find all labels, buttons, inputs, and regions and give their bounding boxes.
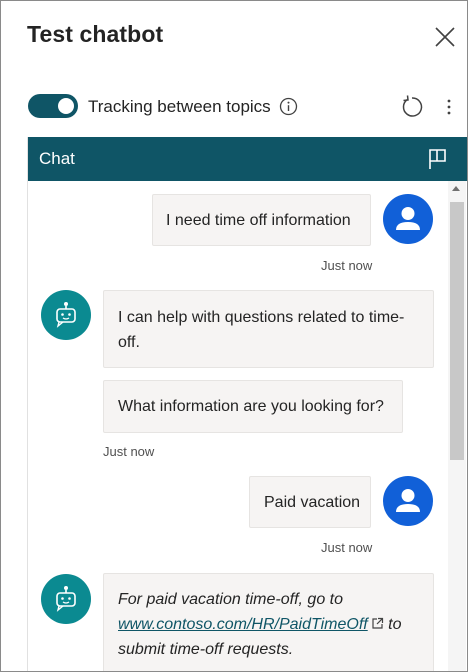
chat-header: Chat (28, 137, 467, 181)
page-title: Test chatbot (27, 21, 164, 47)
more-options-button[interactable] (442, 96, 456, 118)
timestamp: Just now (103, 444, 155, 459)
message-text-line: submit time-off requests. (118, 641, 294, 658)
bot-icon (56, 302, 76, 328)
bot-message: I can help with questions related to tim… (103, 290, 434, 368)
bot-icon (56, 586, 76, 612)
timestamp: Just now (321, 258, 373, 273)
test-chatbot-panel: Test chatbot Tracking between topics Cha… (0, 0, 468, 672)
message-text-line: www.contoso.com/HR/PaidTimeOff to (118, 612, 433, 637)
timestamp: Just now (321, 540, 373, 555)
refresh-icon (402, 95, 423, 117)
avatar (383, 194, 433, 244)
user-message: Paid vacation (249, 476, 371, 528)
paid-time-off-link[interactable]: www.contoso.com/HR/PaidTimeOff (118, 616, 368, 633)
scroll-up-arrow[interactable] (452, 186, 460, 191)
bot-message: For paid vacation time-off, go to www.co… (103, 573, 434, 671)
toggle-knob (58, 98, 74, 114)
tracking-label: Tracking between topics (88, 97, 271, 116)
avatar (41, 290, 91, 340)
user-icon (396, 207, 420, 230)
scroll-thumb[interactable] (450, 202, 464, 460)
avatar (383, 476, 433, 526)
message-text: What information are you looking for? (118, 398, 384, 415)
flag-button[interactable] (426, 147, 450, 171)
external-link-icon (372, 617, 383, 629)
message-text: Paid vacation (264, 494, 361, 511)
close-icon (435, 27, 455, 47)
more-icon (447, 99, 451, 115)
flag-icon (429, 149, 446, 169)
message-text-line: off. (118, 334, 140, 351)
tracking-toggle[interactable] (28, 94, 78, 118)
chat-scrollbar[interactable] (448, 181, 466, 671)
chat-title: Chat (39, 149, 75, 168)
message-text: I need time off information (166, 212, 351, 229)
restart-button[interactable] (399, 94, 425, 120)
avatar (41, 574, 91, 624)
info-icon[interactable] (279, 97, 298, 116)
user-icon (396, 489, 420, 512)
message-text: to (388, 616, 402, 633)
bot-message: What information are you looking for? (103, 380, 403, 433)
message-text-line: I can help with questions related to tim… (118, 309, 405, 326)
message-text-line: For paid vacation time-off, go to (118, 591, 343, 608)
user-message: I need time off information (152, 194, 371, 246)
chat-window: Chat I need time off information Just no… (27, 137, 467, 671)
close-button[interactable] (431, 23, 459, 51)
